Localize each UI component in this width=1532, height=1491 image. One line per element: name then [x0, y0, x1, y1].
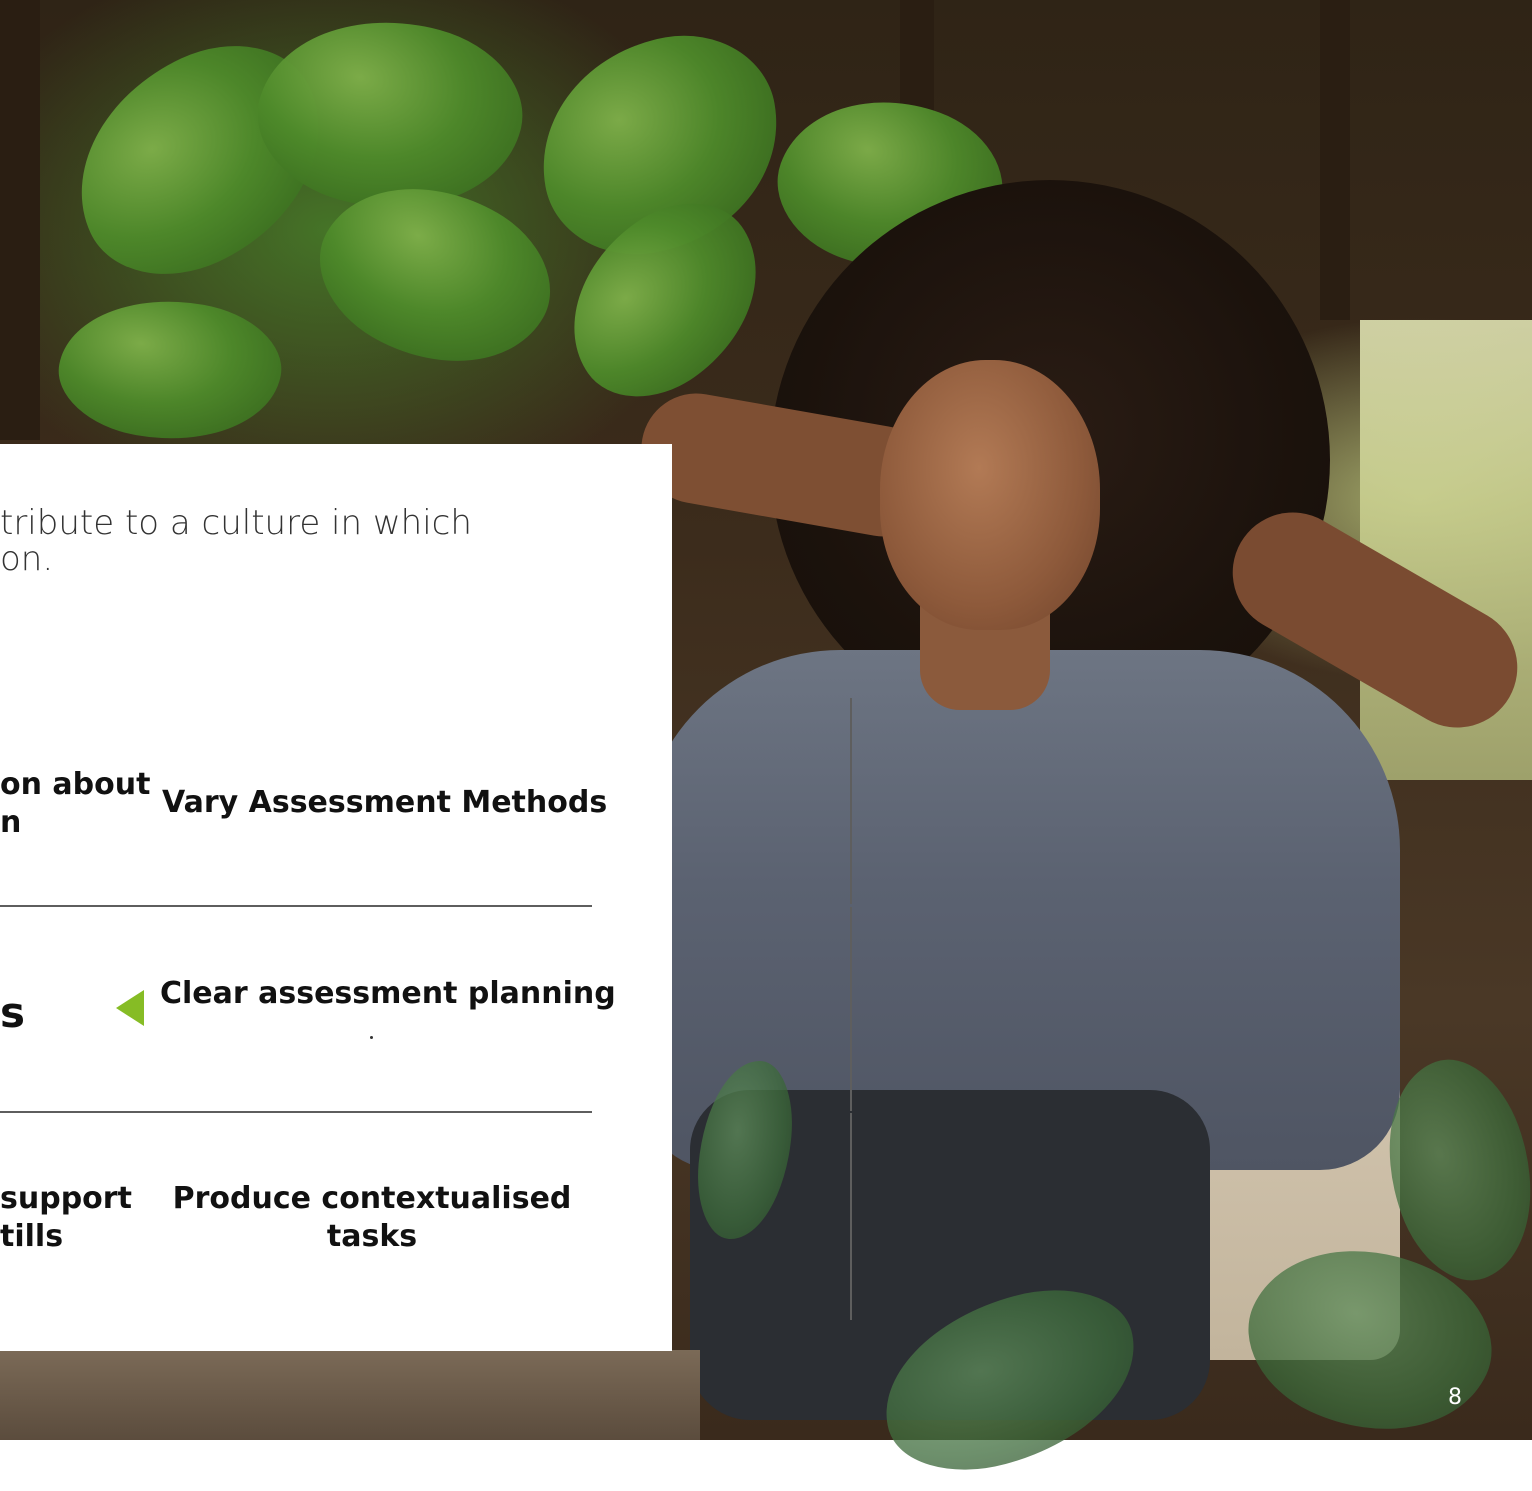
- grid-divider-vertical: [850, 1113, 852, 1320]
- cell-line: n: [0, 805, 22, 840]
- grid-cell-row2-right: Clear assessment planning: [160, 975, 616, 1013]
- cell-line: tasks: [326, 1219, 418, 1254]
- grid-cell-row1-right: Vary Assessment Methods: [162, 784, 607, 822]
- cell-line: s: [0, 988, 25, 1037]
- grid-divider-vertical: [850, 698, 852, 904]
- grid-divider-vertical: [850, 907, 852, 1111]
- wood-beam: [1320, 0, 1350, 320]
- grid-cell-row1-left: on about n: [0, 766, 150, 842]
- cell-line: tills: [0, 1219, 64, 1254]
- grid-cell-row3-left: support tills: [0, 1180, 132, 1256]
- floor: [0, 1350, 700, 1440]
- grid-cell-row3-right: Produce contextualised tasks: [162, 1180, 582, 1256]
- intro-line: tribute to a culture in which: [0, 503, 472, 543]
- cell-line: support: [0, 1181, 132, 1216]
- person-face: [880, 360, 1100, 630]
- page-number: 8: [1448, 1385, 1462, 1410]
- intro-text: tribute to a culture in which on.: [0, 505, 472, 577]
- cell-line: Clear assessment planning: [160, 976, 616, 1011]
- grid-divider-horizontal: [0, 1111, 592, 1113]
- grid-cell-row2-left: s: [0, 990, 25, 1036]
- wood-beam: [0, 0, 40, 440]
- cell-line: Produce contextualised: [172, 1181, 572, 1216]
- intro-line: on.: [0, 539, 54, 579]
- cell-line: Vary Assessment Methods: [162, 785, 608, 820]
- triangle-pointer-icon: [116, 990, 144, 1026]
- stray-dot: [370, 1036, 373, 1039]
- cell-line: on about: [0, 767, 151, 802]
- grid-divider-horizontal: [0, 905, 592, 907]
